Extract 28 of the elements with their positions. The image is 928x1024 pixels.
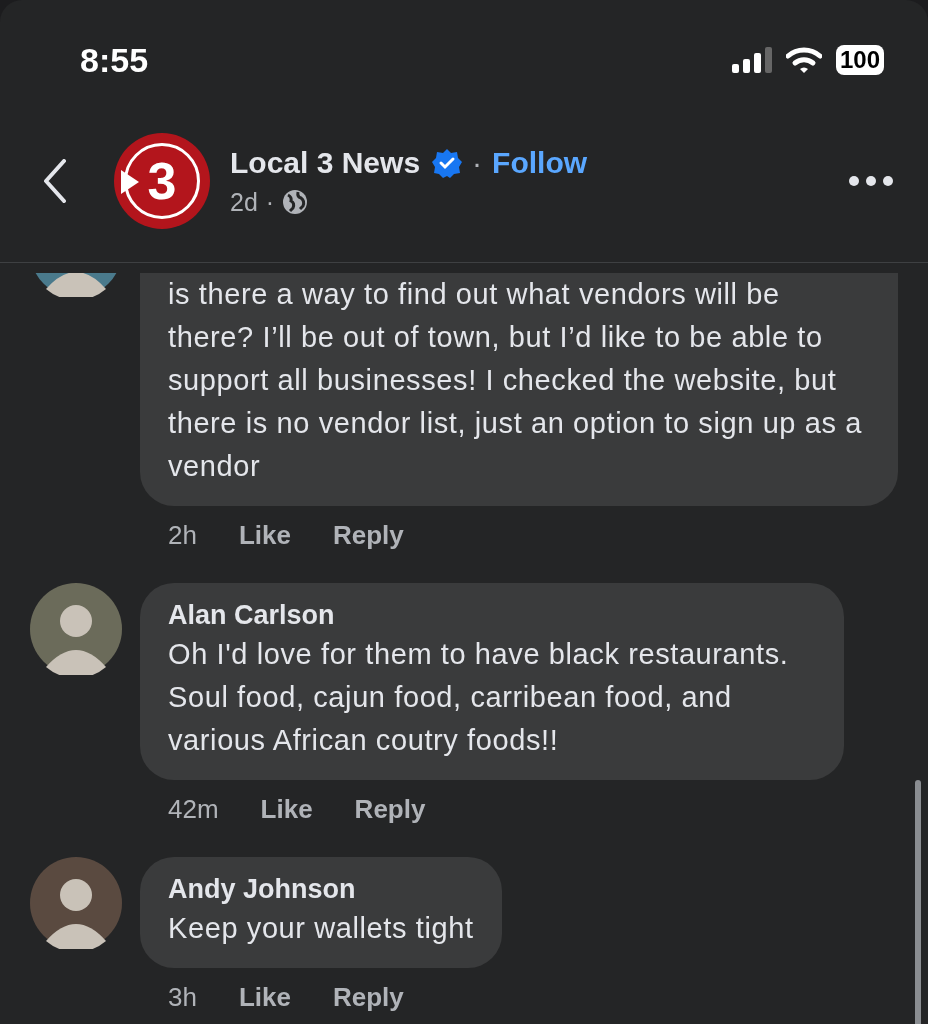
comment-text: is there a way to find out what vendors will be there? I’ll be out of town, but I’d like to be able to support all businesses! I checked the website, but there is no vendor list, just an option to sign up as a vendor [168, 277, 863, 484]
more-options-icon [848, 175, 894, 187]
separator-dot: · [265, 187, 275, 217]
author-name[interactable]: Alan Carlson [168, 597, 816, 633]
author-name[interactable]: Andy Johnson [168, 871, 474, 907]
like-link[interactable]: Like [238, 520, 291, 551]
comment-time: 42m [168, 794, 219, 825]
comment-text: Keep your wallets tight [168, 911, 474, 946]
reply-link[interactable]: Reply [354, 794, 426, 825]
reply-link[interactable]: Reply [332, 520, 404, 551]
battery-indicator: 100 [835, 45, 884, 75]
globe-icon [282, 189, 309, 215]
page-name[interactable]: Local 3 News [230, 145, 421, 180]
comment-text: Oh I'd love for them to have black restaurants. Soul food, cajun food, carribean food, and various African coutry foods!! [168, 637, 790, 758]
follow-link[interactable]: Follow [492, 145, 588, 180]
wifi-icon [785, 46, 822, 74]
reply-link[interactable]: Reply [332, 982, 404, 1013]
clock-time: 8:55 [80, 40, 149, 80]
separator-dot: · [472, 145, 483, 180]
back-icon [42, 159, 68, 203]
post-age: 2d [230, 187, 258, 217]
page-logo[interactable]: 3 [114, 133, 210, 229]
comment-time: 3h [168, 982, 197, 1013]
comment-time: 2h [168, 520, 197, 551]
like-link[interactable]: Like [260, 794, 313, 825]
like-link[interactable]: Like [238, 982, 291, 1013]
signal-icon [731, 47, 772, 73]
scrollbar-thumb[interactable] [915, 780, 921, 1024]
